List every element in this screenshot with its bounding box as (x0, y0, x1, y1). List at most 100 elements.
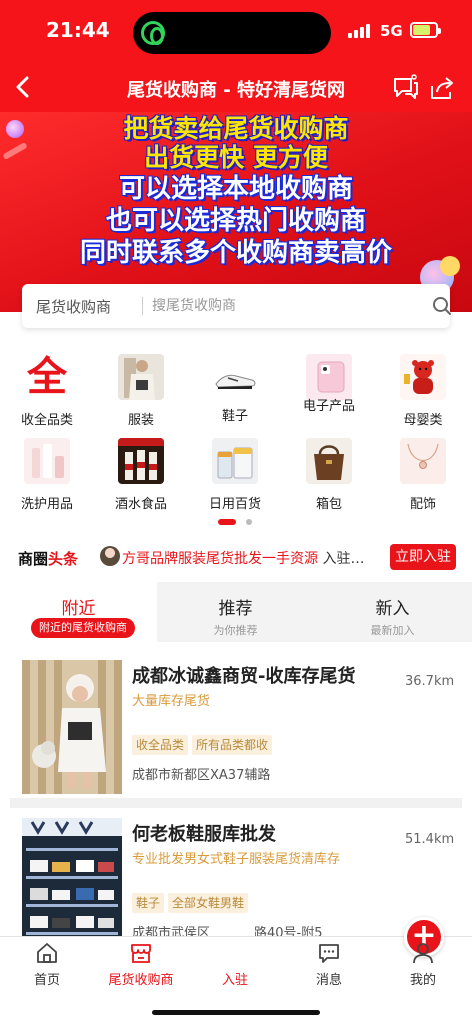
top-bar: 21:44 5G 尾货收购商 - 特好清尾货网 (0, 0, 472, 112)
listing-address: 成都市新都区XA37辅路 (132, 768, 271, 783)
share-icon[interactable] (428, 74, 456, 102)
home-icon (35, 941, 59, 965)
banner-line-5: 同时联系多个收购商卖高价 (79, 238, 392, 268)
listing-subtitle: 专业批发男女式鞋子服装尾货清库存 (132, 852, 341, 867)
tab-subtitle: 为你推荐 (213, 624, 258, 637)
category-baby[interactable]: 母婴类 (376, 352, 470, 432)
category-drinks-food[interactable]: 酒水食品 (94, 436, 188, 516)
listing-tag: 所有品类都收 (192, 735, 273, 755)
dynamic-island (133, 12, 331, 54)
tab-title: 推荐 (218, 599, 253, 619)
page-dot[interactable] (246, 519, 252, 525)
nav-label: 入驻 (221, 973, 248, 988)
category-label: 母婴类 (403, 413, 443, 428)
liquor-photo (118, 438, 164, 484)
search-input[interactable] (152, 292, 392, 320)
battery-icon (410, 22, 441, 38)
chat-icon[interactable] (392, 74, 420, 102)
nav-label: 首页 (33, 973, 60, 988)
tab-subtitle: 附近的尾货收购商 (31, 618, 135, 638)
tab-new[interactable]: 新入 最新加入 (314, 582, 471, 642)
join-now-button[interactable]: 立即入驻 (390, 544, 456, 570)
nav-bar: 尾货收购商 - 特好清尾货网 (0, 64, 472, 112)
listing-address: 成都市武侯区 路40号-附5 (132, 926, 323, 936)
shoes-photo (212, 354, 258, 400)
message-icon (317, 941, 341, 965)
nav-messages[interactable]: 消息 (282, 937, 376, 997)
category-bags[interactable]: 箱包 (282, 436, 376, 516)
listing-name: 何老板鞋服库批发 (132, 824, 276, 845)
search-bar: 尾货收购商 (22, 284, 452, 328)
listing-subtitle: 大量库存尾货 (132, 694, 211, 709)
category-label: 服装 (127, 413, 154, 428)
category-shoes[interactable]: 鞋子 (188, 352, 282, 432)
listing-tags: 鞋子 全部女鞋男鞋 (132, 892, 252, 914)
listing-distance: 51.4km (405, 832, 455, 847)
listing-tag: 收全品类 (132, 735, 189, 755)
headline-strip: 商圈头条 方哥品牌服装尾货批发一手资源 入驻… 立即入驻 (0, 540, 472, 574)
nav-label: 我的 (409, 973, 436, 988)
category-toiletries[interactable]: 洗护用品 (0, 436, 94, 516)
page-dot-active (218, 519, 236, 525)
category-accessories[interactable]: 配饰 (376, 436, 470, 516)
category-label: 鞋子 (221, 409, 248, 424)
search-icon[interactable] (432, 296, 452, 316)
avatar (100, 546, 120, 566)
category-label: 配饰 (409, 497, 436, 512)
tab-bar: 附近 附近的尾货收购商 推荐 为你推荐 新入 最新加入 (0, 582, 472, 642)
category-clothing[interactable]: 服装 (94, 352, 188, 432)
category-electronics[interactable]: 电子产品 (282, 352, 376, 432)
banner-line-1: 把货卖给尾货收购商 (123, 114, 349, 143)
banner-line-3: 可以选择本地收购商 (118, 174, 353, 204)
tab-subtitle: 最新加入 (370, 624, 415, 637)
promo-banner[interactable]: 把货卖给尾货收购商 出货更快 更方便 可以选择本地收购商 也可以选择热门收购商 … (0, 112, 472, 312)
user-icon (411, 941, 435, 965)
link-activity-icon (141, 21, 165, 45)
network-label: 5G (380, 22, 403, 40)
tab-title: 新入 (375, 599, 410, 619)
category-label: 酒水食品 (114, 497, 167, 512)
headline-brand: 商圈头条 (18, 550, 79, 568)
clothing-photo (118, 354, 164, 400)
listing-tag: 鞋子 (132, 893, 165, 913)
banner-line-2: 出货更快 更方便 (144, 143, 328, 172)
tab-recommended[interactable]: 推荐 为你推荐 (157, 582, 314, 642)
store-icon (129, 941, 153, 965)
listing-tag: 全部女鞋男鞋 (168, 893, 249, 913)
nav-profile[interactable]: 我的 (376, 937, 470, 997)
list-item[interactable]: 成都冰诚鑫商贸-收库存尾货 36.7km 大量库存尾货 收全品类 所有品类都收 成… (0, 642, 472, 808)
nav-join[interactable]: + 入驻 (188, 917, 444, 997)
home-indicator (152, 1010, 320, 1015)
quan-text-icon: 全 (27, 354, 67, 400)
category-label: 日用百货 (208, 497, 261, 512)
category-label: 箱包 (315, 497, 342, 512)
category-label: 洗护用品 (20, 497, 73, 512)
nav-buyers[interactable]: 尾货收购商 (94, 937, 188, 997)
tab-nearby[interactable]: 附近 附近的尾货收购商 (0, 582, 157, 642)
status-time: 21:44 (46, 18, 110, 42)
page-indicator (218, 518, 258, 526)
status-bar: 21:44 5G (0, 0, 472, 64)
nav-home[interactable]: 首页 (0, 937, 94, 997)
category-label: 电子产品 (302, 399, 355, 414)
buyer-list: 成都冰诚鑫商贸-收库存尾货 36.7km 大量库存尾货 收全品类 所有品类都收 成… (0, 642, 472, 936)
listing-photo (22, 660, 122, 794)
signal-icon (348, 24, 372, 38)
search-category[interactable]: 尾货收购商 (36, 296, 111, 317)
category-daily-goods[interactable]: 日用百货 (188, 436, 282, 516)
headline-news[interactable]: 方哥品牌服装尾货批发一手资源 入驻… (122, 548, 380, 568)
category-all[interactable]: 全 收全品类 (0, 352, 94, 432)
listing-photo (22, 818, 122, 936)
category-label: 收全品类 (20, 413, 73, 428)
nav-label: 消息 (315, 973, 342, 988)
listing-name: 成都冰诚鑫商贸-收库存尾货 (132, 666, 356, 687)
daily-goods-photo (212, 438, 258, 484)
listing-tags: 收全品类 所有品类都收 (132, 734, 276, 756)
banner-line-4: 也可以选择热门收购商 (105, 206, 366, 236)
phone-photo (306, 354, 352, 400)
list-item[interactable]: 何老板鞋服库批发 51.4km 专业批发男女式鞋子服装尾货清库存 鞋子 全部女鞋男… (0, 800, 472, 936)
baby-toy-photo (400, 354, 446, 400)
cosmetics-photo (24, 438, 70, 484)
nav-label: 尾货收购商 (108, 973, 174, 988)
necklace-photo (400, 438, 446, 484)
